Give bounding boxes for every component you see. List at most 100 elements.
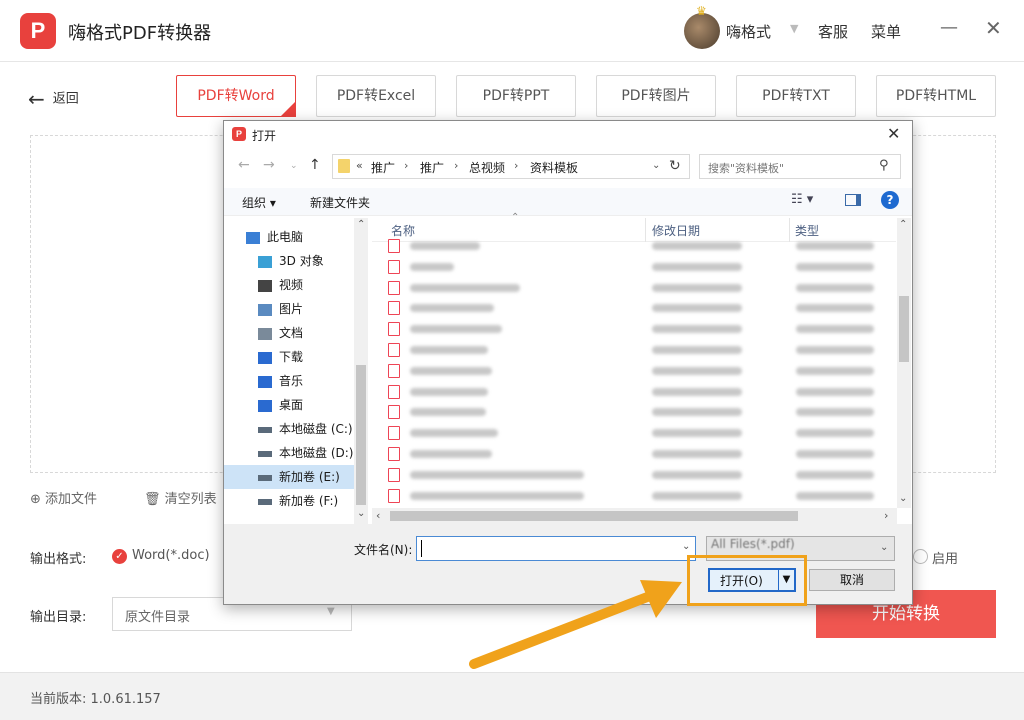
clear-list-label: 清空列表	[164, 492, 217, 507]
blurred-type	[796, 325, 874, 334]
drive-icon	[258, 450, 272, 457]
file-row[interactable]	[388, 340, 888, 361]
tab-pdf-to-word[interactable]: PDF转Word	[176, 75, 296, 117]
tab-pdf-to-ppt[interactable]: PDF转PPT	[456, 75, 576, 117]
back-button[interactable]: ← 返回	[28, 87, 79, 111]
chevron-right-icon[interactable]: ›	[514, 159, 518, 172]
tab-pdf-to-txt[interactable]: PDF转TXT	[736, 75, 856, 117]
pointer-arrow	[469, 580, 682, 669]
folder-icon	[338, 159, 350, 173]
chevron-down-icon[interactable]: ▼	[790, 22, 798, 35]
scroll-up-icon[interactable]: ⌃	[899, 219, 907, 230]
breadcrumb-item[interactable]: 推广	[420, 159, 444, 176]
file-row[interactable]	[388, 257, 888, 278]
dialog-close-button[interactable]: ✕	[887, 124, 900, 143]
download-icon	[258, 351, 272, 364]
view-options-icon[interactable]: ☷ ▾	[791, 192, 813, 207]
help-icon[interactable]: ?	[881, 191, 899, 209]
nav-item-drive-e[interactable]: 新加卷 (E:)	[258, 465, 340, 489]
breadcrumb-item[interactable]: 资料模板	[530, 159, 578, 176]
sort-up-icon: ⌃	[511, 212, 520, 223]
nav-item-desktop[interactable]: 桌面	[258, 393, 303, 417]
tab-pdf-to-html[interactable]: PDF转HTML	[876, 75, 996, 117]
recent-chevron-icon[interactable]: ⌄	[290, 161, 298, 171]
nav-item-documents[interactable]: 文档	[258, 321, 303, 345]
clear-list-button[interactable]: 🗑 清空列表	[144, 488, 217, 507]
file-row[interactable]	[388, 361, 888, 382]
nav-scrollbar-thumb[interactable]	[356, 365, 366, 505]
nav-item-drive-f[interactable]: 新加卷 (F:)	[258, 489, 338, 513]
enable-label[interactable]: 启用	[932, 548, 958, 567]
blurred-type	[796, 262, 874, 271]
scroll-up-icon[interactable]: ⌃	[357, 219, 365, 230]
nav-item-videos[interactable]: 视频	[258, 273, 303, 297]
service-link[interactable]: 客服	[818, 21, 848, 42]
file-list-vscroll-thumb[interactable]	[899, 296, 909, 362]
tab-pdf-to-image[interactable]: PDF转图片	[596, 75, 716, 117]
chevron-down-icon: ▼	[327, 606, 335, 617]
preview-pane-icon[interactable]	[845, 194, 861, 206]
blurred-type	[796, 346, 874, 354]
chevron-down-icon[interactable]: ⌄	[880, 542, 888, 553]
avatar[interactable]	[684, 13, 720, 49]
format-radio-checked[interactable]: ✓	[112, 549, 127, 564]
breadcrumb-item[interactable]: 总视频	[469, 159, 505, 176]
nav-item-downloads[interactable]: 下载	[258, 345, 303, 369]
crown-icon: ♛	[696, 4, 707, 18]
refresh-icon[interactable]: ↻	[669, 158, 681, 174]
scroll-down-icon[interactable]: ⌄	[899, 493, 907, 504]
chevron-down-icon[interactable]: ⌄	[682, 541, 690, 552]
file-list-vscrollbar[interactable]	[897, 218, 911, 508]
pdf-file-icon	[388, 384, 400, 399]
breadcrumb-overflow[interactable]: «	[356, 159, 363, 172]
blurred-filename	[410, 325, 502, 334]
search-icon[interactable]: ⚲	[879, 158, 889, 173]
pdf-file-icon	[388, 280, 400, 295]
file-row[interactable]	[388, 278, 888, 299]
nav-item-drive-c[interactable]: 本地磁盘 (C:)	[258, 417, 353, 441]
chevron-down-icon[interactable]: ⌄	[652, 160, 660, 171]
pdf-file-icon	[388, 259, 400, 274]
file-list-hscroll-thumb[interactable]	[390, 511, 798, 521]
tab-pdf-to-excel[interactable]: PDF转Excel	[316, 75, 436, 117]
back-arrow-icon[interactable]: ←	[238, 157, 250, 173]
chevron-right-icon[interactable]: ›	[454, 159, 458, 172]
file-row[interactable]	[388, 423, 888, 444]
add-file-button[interactable]: ⊕ 添加文件	[30, 488, 97, 507]
username[interactable]: 嗨格式	[726, 21, 771, 42]
format-option-word[interactable]: Word(*.doc)	[132, 548, 210, 563]
file-row[interactable]	[388, 465, 888, 486]
file-row[interactable]	[388, 319, 888, 340]
pdf-file-icon	[388, 405, 400, 420]
close-button[interactable]: ✕	[985, 16, 1002, 40]
nav-item-pictures[interactable]: 图片	[258, 297, 303, 321]
breadcrumb-item[interactable]: 推广	[371, 159, 395, 176]
file-row[interactable]	[388, 402, 888, 423]
enable-radio[interactable]	[913, 549, 928, 564]
forward-arrow-icon[interactable]: →	[263, 157, 275, 173]
nav-item-label: 3D 对象	[279, 254, 324, 268]
selected-check-icon	[280, 101, 296, 117]
nav-item-music[interactable]: 音乐	[258, 369, 303, 393]
cancel-button[interactable]: 取消	[809, 569, 895, 591]
scroll-right-icon[interactable]: ›	[884, 509, 888, 522]
nav-item-this-pc[interactable]: 此电脑	[246, 225, 303, 249]
file-row[interactable]	[388, 444, 888, 465]
up-arrow-icon[interactable]: ↑	[309, 157, 321, 173]
scroll-left-icon[interactable]: ‹	[376, 509, 380, 522]
file-row[interactable]	[388, 236, 888, 257]
filename-input[interactable]	[416, 536, 696, 561]
nav-item-3d-objects[interactable]: 3D 对象	[258, 249, 324, 273]
new-folder-button[interactable]: 新建文件夹	[310, 194, 370, 211]
file-row[interactable]	[388, 382, 888, 403]
blurred-filename	[410, 450, 492, 458]
organize-menu[interactable]: 组织 ▾	[242, 194, 276, 211]
file-row[interactable]	[388, 298, 888, 319]
minimize-button[interactable]: —	[940, 17, 958, 38]
nav-item-drive-d[interactable]: 本地磁盘 (D:)	[258, 441, 353, 465]
file-row[interactable]	[388, 486, 888, 507]
menu-link[interactable]: 菜单	[871, 21, 901, 42]
scroll-down-icon[interactable]: ⌄	[357, 508, 365, 519]
chevron-right-icon[interactable]: ›	[404, 159, 408, 172]
document-icon	[258, 327, 272, 340]
